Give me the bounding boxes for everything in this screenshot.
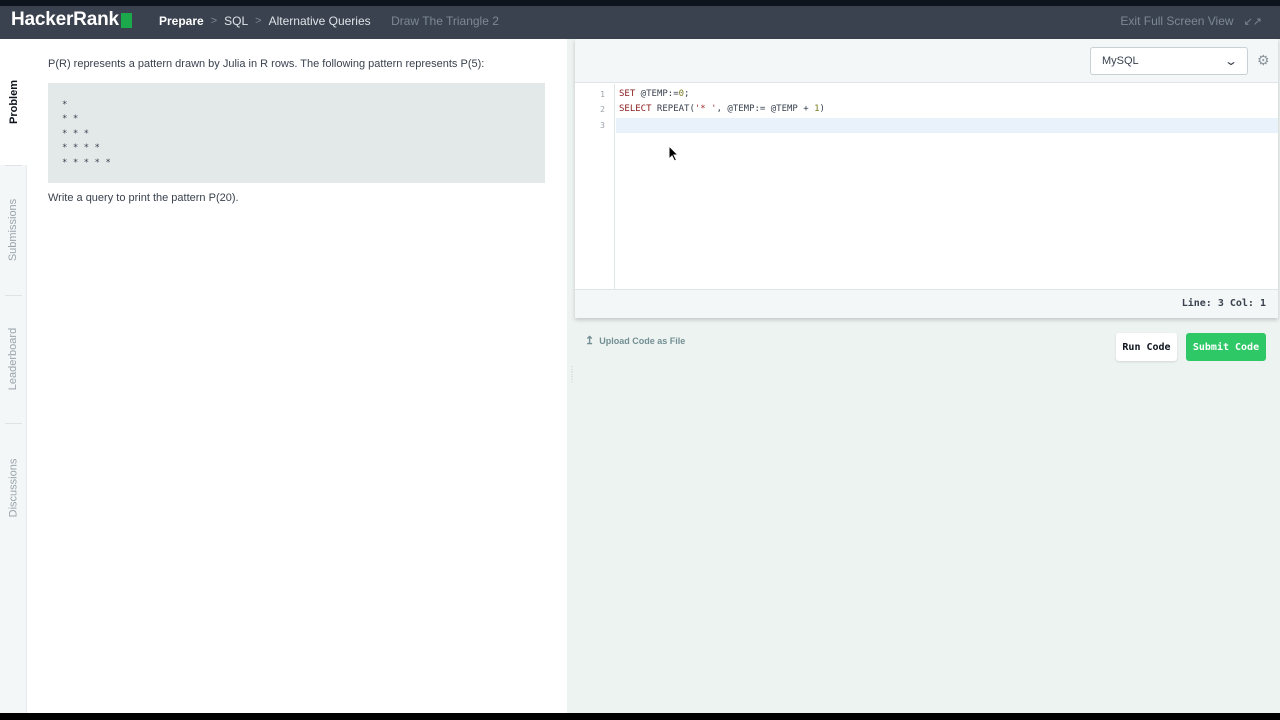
- exit-fullscreen-button[interactable]: Exit Full Screen View ↙↗: [1120, 14, 1262, 28]
- code-line-1[interactable]: SET @TEMP:=0;: [619, 89, 689, 99]
- line-number: 3: [600, 121, 605, 130]
- language-select[interactable]: MySQL ⌄: [1090, 47, 1248, 75]
- breadcrumb-alternative-queries[interactable]: Alternative Queries: [269, 14, 371, 28]
- exit-fullscreen-label: Exit Full Screen View: [1120, 14, 1234, 28]
- gear-icon[interactable]: ⚙: [1257, 52, 1270, 69]
- language-select-value: MySQL: [1102, 55, 1139, 67]
- mouse-cursor-icon: [668, 145, 679, 162]
- editor-statusbar: Line: 3 Col: 1: [575, 289, 1278, 318]
- line-number: 2: [600, 105, 605, 114]
- pattern-example: * * * * * * * * * * * * * * *: [48, 83, 545, 183]
- upload-code-label: Upload Code as File: [599, 335, 686, 346]
- problem-description: P(R) represents a pattern drawn by Julia…: [48, 58, 485, 70]
- run-code-button[interactable]: Run Code: [1116, 333, 1177, 361]
- tab-discussions[interactable]: Discussions: [0, 423, 27, 553]
- line-number: 1: [600, 90, 605, 99]
- line-number-gutter: [575, 84, 615, 289]
- problem-panel: P(R) represents a pattern drawn by Julia…: [27, 39, 567, 713]
- code-editor[interactable]: [575, 84, 1278, 289]
- problem-task: Write a query to print the pattern P(20)…: [48, 192, 239, 204]
- tab-discussions-label: Discussions: [7, 458, 20, 518]
- active-line-highlight: [616, 118, 1278, 133]
- tab-problem-label: Problem: [7, 79, 20, 125]
- chevron-down-icon: ⌄: [1223, 54, 1239, 68]
- hackerrank-logo[interactable]: HackerRank: [11, 9, 132, 31]
- code-line-2[interactable]: SELECT REPEAT('* ', @TEMP:= @TEMP + 1): [619, 104, 825, 114]
- breadcrumb: Prepare > SQL > Alternative Queries > Dr…: [159, 14, 499, 28]
- resize-handle[interactable]: ⋮ ⋮ ⋮: [568, 366, 576, 389]
- tab-leaderboard[interactable]: Leaderboard: [0, 295, 27, 423]
- logo-mark-icon: [120, 12, 132, 28]
- tab-leaderboard-label: Leaderboard: [7, 327, 20, 391]
- breadcrumb-sql[interactable]: SQL: [224, 14, 248, 28]
- pattern-line: *: [62, 100, 68, 110]
- upload-code-button[interactable]: ↥ Upload Code as File: [585, 334, 685, 347]
- chevron-right-icon: >: [377, 15, 385, 27]
- submit-code-button[interactable]: Submit Code: [1186, 333, 1266, 361]
- breadcrumb-current-challenge: Draw The Triangle 2: [391, 14, 499, 28]
- logo-text: HackerRank: [11, 9, 119, 30]
- tab-submissions-label: Submissions: [7, 198, 20, 262]
- topbar-border: [0, 0, 1280, 6]
- bottom-edge: [0, 713, 1280, 720]
- chevron-right-icon: >: [255, 15, 262, 27]
- pattern-line: * * * *: [62, 143, 100, 154]
- tab-problem[interactable]: Problem: [0, 39, 27, 165]
- compress-icon: ↙↗: [1243, 15, 1262, 28]
- chevron-right-icon: >: [210, 15, 218, 27]
- upload-icon: ↥: [585, 335, 595, 347]
- tab-submissions[interactable]: Submissions: [0, 165, 27, 295]
- pattern-line: * *: [62, 114, 79, 125]
- cursor-position: Line: 3 Col: 1: [1181, 298, 1266, 309]
- breadcrumb-prepare[interactable]: Prepare: [159, 14, 204, 28]
- pattern-line: * * * * *: [62, 157, 111, 168]
- side-tabs: Problem Submissions Leaderboard Discussi…: [0, 39, 27, 713]
- pattern-line: * * *: [62, 128, 90, 139]
